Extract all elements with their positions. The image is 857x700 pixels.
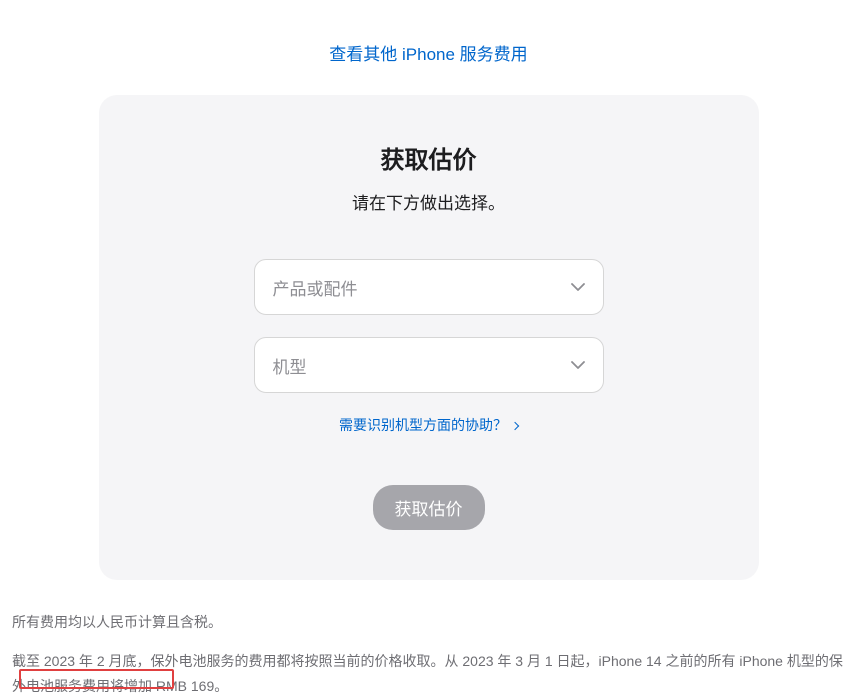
chevron-down-icon <box>571 283 585 291</box>
help-identify-link[interactable]: 需要识别机型方面的协助？ <box>339 417 518 433</box>
model-select[interactable]: 机型 <box>254 337 604 393</box>
product-select[interactable]: 产品或配件 <box>254 259 604 315</box>
notes-section: 所有费用均以人民币计算且含税。 截至 2023 年 2 月底，保外电池服务的费用… <box>0 610 857 700</box>
product-select-placeholder: 产品或配件 <box>273 275 358 300</box>
note-price-change: 截至 2023 年 2 月底，保外电池服务的费用都将按照当前的价格收取。从 20… <box>12 649 845 699</box>
model-select-placeholder: 机型 <box>273 353 307 378</box>
note-currency: 所有费用均以人民币计算且含税。 <box>12 610 845 635</box>
card-title: 获取估价 <box>139 140 719 175</box>
get-estimate-button[interactable]: 获取估价 <box>373 485 485 530</box>
other-fees-link[interactable]: 查看其他 iPhone 服务费用 <box>329 45 527 64</box>
estimate-card: 获取估价 请在下方做出选择。 产品或配件 机型 需要识别机型方面的协助？ 获取估… <box>99 95 759 580</box>
card-subtitle: 请在下方做出选择。 <box>139 189 719 214</box>
chevron-down-icon <box>571 361 585 369</box>
note-price-change-text: 截至 2023 年 2 月底，保外电池服务的费用都将按照当前的价格收取。从 20… <box>12 653 843 694</box>
